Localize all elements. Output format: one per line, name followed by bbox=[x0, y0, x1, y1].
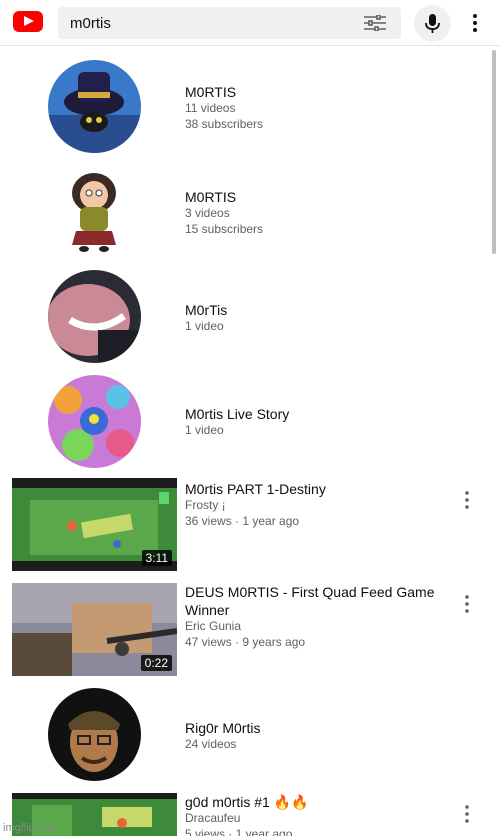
search-input[interactable]: m0rtis bbox=[70, 15, 111, 32]
channel-avatar bbox=[48, 165, 141, 258]
video-result-row[interactable]: 0:22 DEUS M0RTIS - First Quad Feed Game … bbox=[0, 583, 490, 683]
more-options-icon[interactable] bbox=[466, 11, 484, 35]
watermark: imgflip.com bbox=[3, 822, 59, 834]
video-result-row[interactable]: 3:11 M0rtis PART 1-Destiny Frosty ¡ 36 v… bbox=[0, 478, 490, 578]
channel-result-row[interactable]: M0RTIS 11 videos 38 subscribers bbox=[0, 58, 490, 158]
channel-subscriber-count: 38 subscribers bbox=[185, 116, 264, 131]
channel-video-count: 11 videos bbox=[185, 101, 236, 115]
video-title: DEUS M0RTIS - First Quad Feed Game Winne… bbox=[185, 584, 435, 618]
video-channel: Eric Gunia bbox=[185, 619, 242, 633]
channel-result-row[interactable]: Rig0r M0rtis 24 videos bbox=[0, 688, 490, 788]
channel-video-count: 1 video bbox=[185, 423, 224, 437]
video-title: M0rtis PART 1-Destiny bbox=[185, 481, 326, 497]
scrollbar[interactable] bbox=[492, 50, 496, 254]
video-title: g0d m0rtis #1 🔥🔥 bbox=[185, 794, 309, 810]
channel-video-count: 1 video bbox=[185, 319, 224, 333]
video-thumbnail[interactable]: 3:11 bbox=[12, 478, 177, 571]
channel-avatar bbox=[48, 60, 141, 153]
video-meta: 36 views · 1 year ago bbox=[185, 513, 300, 528]
video-result-row[interactable]: g0d m0rtis #1 🔥🔥 Dracaufeu 5 views · 1 y… bbox=[0, 793, 490, 836]
video-thumbnail[interactable]: 0:22 bbox=[12, 583, 177, 676]
more-options-icon[interactable] bbox=[459, 804, 475, 824]
channel-name: Rig0r M0rtis bbox=[185, 720, 261, 736]
channel-avatar bbox=[48, 375, 141, 468]
channel-name: M0RTIS bbox=[185, 84, 237, 100]
channel-subscriber-count: 15 subscribers bbox=[185, 221, 264, 236]
voice-search-button[interactable] bbox=[414, 5, 451, 42]
video-meta: 5 views · 1 year ago bbox=[185, 826, 293, 836]
channel-video-count: 3 videos bbox=[185, 206, 230, 220]
video-meta: 47 views · 9 years ago bbox=[185, 634, 306, 649]
video-duration: 0:22 bbox=[140, 655, 172, 671]
channel-name: M0rTis bbox=[185, 302, 228, 318]
channel-avatar bbox=[48, 270, 141, 363]
video-channel: Frosty ¡ bbox=[185, 498, 226, 512]
channel-name: M0rtis Live Story bbox=[185, 406, 290, 422]
youtube-logo-icon[interactable] bbox=[13, 11, 43, 32]
channel-name: M0RTIS bbox=[185, 189, 237, 205]
microphone-icon bbox=[425, 14, 440, 33]
video-channel: Dracaufeu bbox=[185, 811, 241, 825]
channel-video-count: 24 videos bbox=[185, 737, 237, 751]
more-options-icon[interactable] bbox=[459, 594, 475, 614]
top-app-bar: m0rtis bbox=[0, 0, 500, 46]
search-bar[interactable]: m0rtis bbox=[58, 7, 401, 39]
channel-result-row[interactable]: M0RTIS 3 videos 15 subscribers bbox=[0, 163, 490, 263]
channel-result-row[interactable]: M0rtis Live Story 1 video bbox=[0, 373, 490, 473]
channel-avatar bbox=[48, 688, 141, 781]
filter-icon[interactable] bbox=[364, 15, 386, 31]
channel-result-row[interactable]: M0rTis 1 video bbox=[0, 268, 490, 368]
more-options-icon[interactable] bbox=[459, 490, 475, 510]
video-duration: 3:11 bbox=[141, 550, 172, 566]
